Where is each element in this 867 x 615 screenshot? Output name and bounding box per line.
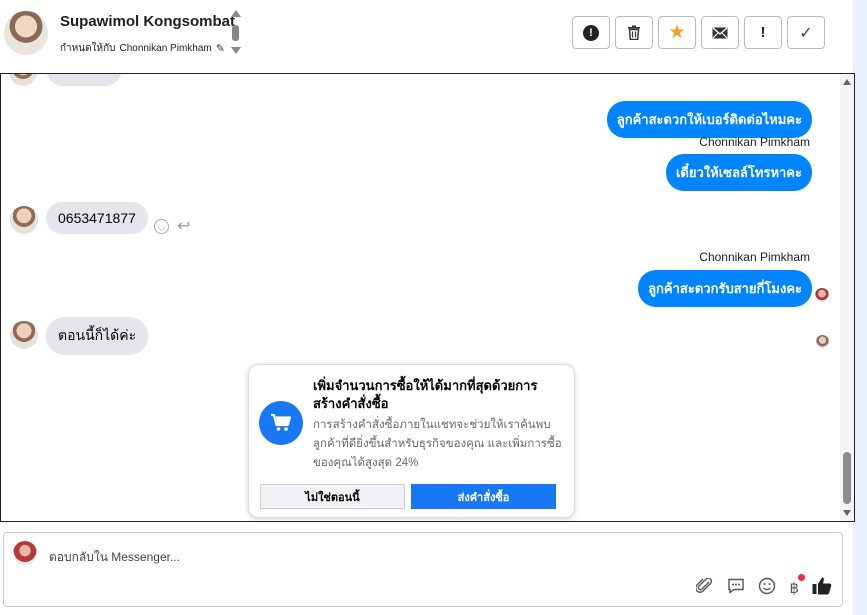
emoji-icon[interactable] xyxy=(758,577,776,600)
conversation-header: Supawimol Kongsombat กำหนดให้กับ Chonnik… xyxy=(0,0,853,73)
message-bubble-outgoing[interactable]: ลูกค้าสะดวกให้เบอร์ติดต่อไหมคะ xyxy=(606,101,812,138)
send-order-button[interactable]: ส่งคำสั่งซื้อ xyxy=(411,484,556,509)
exclamation-icon: ! xyxy=(760,24,766,41)
scroll-up-arrow-icon[interactable] xyxy=(843,79,851,85)
header-scroll-arrows[interactable] xyxy=(230,10,242,58)
page-avatar xyxy=(13,541,37,565)
scroll-handle[interactable] xyxy=(232,25,239,41)
message-actions: ◡ ↩ xyxy=(154,216,190,236)
agent-read-receipt-avatar xyxy=(815,288,829,302)
sender-name: Chonnikan Pimkham xyxy=(699,135,810,149)
comment-icon[interactable] xyxy=(727,578,745,599)
assigned-agent: Chonnikan Pimkham xyxy=(119,43,212,54)
mark-done-button[interactable]: ✓ xyxy=(787,16,825,49)
notification-dot xyxy=(798,574,805,581)
assigned-label: กำหนดให้กับ xyxy=(60,43,116,54)
sender-name: Chonnikan Pimkham xyxy=(699,250,810,264)
react-emoji-icon[interactable]: ◡ xyxy=(154,218,169,234)
spam-button[interactable]: ! xyxy=(572,16,610,49)
trash-icon xyxy=(628,25,640,40)
message-bubble-incoming[interactable]: 0653471877 xyxy=(46,202,148,234)
scroll-thumb[interactable] xyxy=(843,452,851,504)
contact-name[interactable]: Supawimol Kongsombat xyxy=(60,13,235,30)
conversation-toolbar: ! ★ ! ✓ xyxy=(572,16,825,49)
contact-avatar[interactable] xyxy=(4,11,48,55)
reply-arrow-icon[interactable]: ↩ xyxy=(177,216,190,236)
reply-input[interactable]: ตอบกลับใน Messenger... xyxy=(49,548,180,567)
follow-up-button[interactable]: ! xyxy=(744,16,782,49)
assignment-info: กำหนดให้กับ Chonnikan Pimkham ✎ xyxy=(60,41,225,56)
contact-read-receipt-avatar xyxy=(816,335,829,348)
cart-icon xyxy=(259,401,303,445)
not-now-button[interactable]: ไม่ใช่ตอนนี้ xyxy=(260,484,405,509)
paperclip-icon[interactable] xyxy=(695,576,714,599)
reply-composer[interactable]: ตอบกลับใน Messenger... ฿ xyxy=(3,532,843,607)
window-edge xyxy=(853,0,867,615)
envelope-icon xyxy=(712,26,728,38)
mark-unread-button[interactable] xyxy=(701,16,739,49)
create-order-promo-card: เพิ่มจำนวนการซื้อให้ได้มากที่สุดด้วยการส… xyxy=(248,364,575,518)
message-bubble-outgoing[interactable]: เดี๋ยวให้เซลล์โทรหาคะ xyxy=(665,154,812,191)
star-icon: ★ xyxy=(668,22,686,43)
thread-scrollbar[interactable] xyxy=(840,74,854,521)
promo-title: เพิ่มจำนวนการซื้อให้ได้มากที่สุดด้วยการส… xyxy=(313,378,538,411)
contact-avatar-small xyxy=(10,206,38,234)
contact-avatar-small xyxy=(10,321,38,349)
thumbs-up-icon[interactable] xyxy=(812,576,832,600)
message-bubble-incoming[interactable]: ตอนนี้ก็ได้ค่ะ xyxy=(46,317,149,355)
message-bubble-incoming-cutoff[interactable] xyxy=(46,74,122,86)
check-icon: ✓ xyxy=(799,24,813,42)
contact-avatar-small xyxy=(9,74,37,86)
edit-assignment-icon[interactable]: ✎ xyxy=(216,42,225,55)
star-button[interactable]: ★ xyxy=(658,16,696,49)
delete-button[interactable] xyxy=(615,16,653,49)
arrow-down-icon[interactable] xyxy=(231,47,241,54)
exclamation-circle-icon: ! xyxy=(583,24,599,41)
message-bubble-outgoing[interactable]: ลูกค้าสะดวกรับสายกี่โมงคะ xyxy=(638,270,812,307)
baht-icon[interactable]: ฿ xyxy=(789,574,805,597)
arrow-up-icon[interactable] xyxy=(231,10,241,17)
message-thread[interactable]: ลูกค้าสะดวกให้เบอร์ติดต่อไหมคะ Chonnikan… xyxy=(0,73,855,522)
promo-description: การสร้างคำสั่งซื้อภายในแชทจะช่วยให้เราค้… xyxy=(313,419,562,469)
composer-tools: ฿ xyxy=(695,574,832,600)
scroll-down-arrow-icon[interactable] xyxy=(843,510,851,516)
